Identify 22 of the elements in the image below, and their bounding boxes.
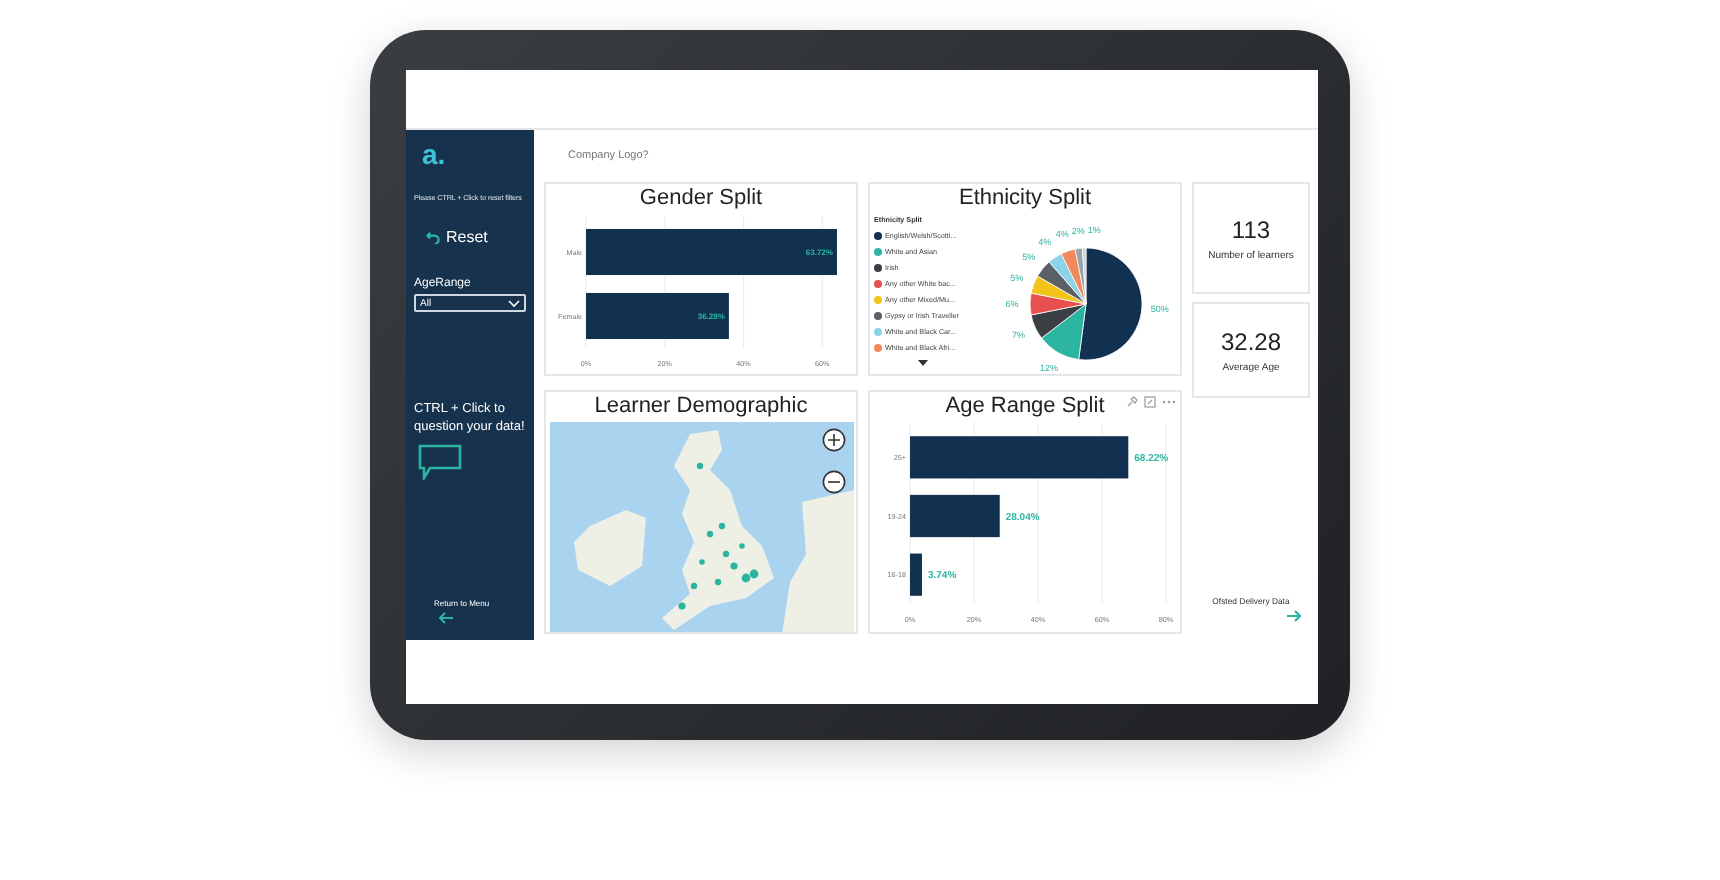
bar xyxy=(909,553,921,596)
chevron-down-icon xyxy=(508,299,520,307)
chart-title: Ethnicity Split xyxy=(958,186,1092,212)
more-options-icon[interactable] xyxy=(1162,396,1176,408)
chart-title: Gender Split xyxy=(639,186,763,212)
caret-down-icon[interactable] xyxy=(918,360,928,366)
bar xyxy=(909,494,999,538)
pin-icon[interactable] xyxy=(1126,396,1138,408)
expand-icon[interactable] xyxy=(1144,396,1156,408)
chart-title: Age Range Split xyxy=(945,394,1105,420)
chart-title: Learner Demographic xyxy=(594,394,808,420)
reset-button[interactable]: Reset xyxy=(426,228,488,246)
logo: a. xyxy=(422,138,446,170)
zoom-in-icon[interactable] xyxy=(821,428,845,452)
kpi-value: 113 xyxy=(1231,215,1271,243)
arrow-left-icon[interactable] xyxy=(438,612,454,624)
undo-icon xyxy=(426,230,440,244)
arrow-right-icon[interactable] xyxy=(1286,610,1302,622)
speech-bubble-icon[interactable] xyxy=(418,444,462,480)
kpi-value: 32.28 xyxy=(1220,327,1282,355)
zoom-out-icon[interactable] xyxy=(821,470,845,494)
bar xyxy=(585,292,728,340)
